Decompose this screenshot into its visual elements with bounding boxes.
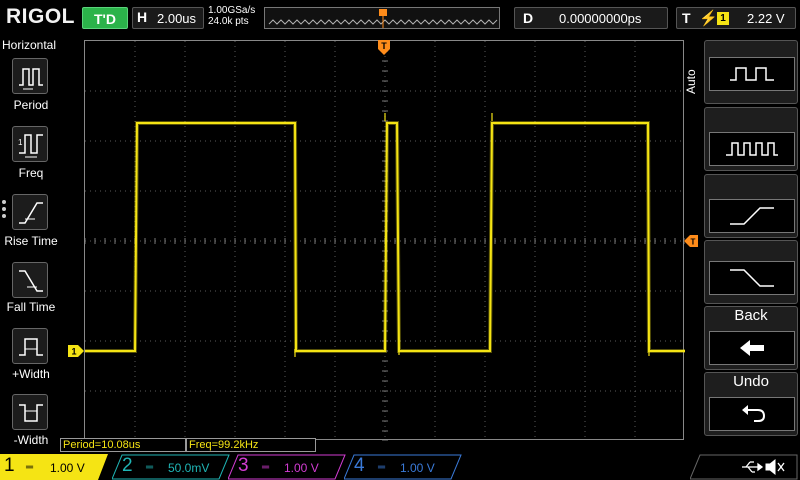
frequency-button[interactable]: 1: [12, 126, 48, 162]
negative-width-label: -Width: [13, 433, 49, 447]
trigger-mode-label: Auto: [684, 69, 698, 94]
right-menu-item-1[interactable]: [704, 40, 798, 104]
page-dot: [2, 200, 6, 204]
channel-3-scale: 1.00 V: [284, 461, 319, 475]
right-menu-item-3[interactable]: [704, 174, 798, 238]
delay-box[interactable]: D 0.00000000ps: [514, 7, 668, 29]
channel-2-scale: 50.0mV: [168, 461, 210, 475]
trigger-source-badge: 1: [717, 12, 729, 25]
status-icons-area: [690, 454, 798, 480]
pulse-wide-button: [709, 57, 795, 91]
sample-rate: 1.00GSa/s: [208, 5, 256, 16]
trigger-position-marker[interactable]: T: [376, 40, 392, 56]
falling-edge-button: [709, 261, 795, 295]
back-arrow-icon: [740, 340, 764, 356]
fall-time-icon: [19, 270, 43, 292]
channel1-offset-marker[interactable]: 1: [68, 345, 84, 357]
memory-waveform-overview[interactable]: [264, 7, 500, 29]
positive-width-label: +Width: [12, 367, 50, 381]
channel-1-scale: 1.00 V: [50, 461, 85, 475]
channel-3-coupling-icon: ═: [262, 462, 270, 473]
graticule: [84, 40, 686, 442]
waveform-display[interactable]: [84, 40, 686, 442]
trigger-level-marker[interactable]: T: [684, 235, 698, 247]
memory-depth: 24.0k pts: [208, 16, 249, 27]
acquisition-info: 1.00GSa/s 24.0k pts: [208, 5, 255, 27]
brand-logo: RIGOL: [6, 5, 75, 28]
run-stop-status[interactable]: T'D: [82, 7, 128, 29]
svg-text:1: 1: [18, 138, 23, 147]
trigger-position-label: T: [381, 41, 387, 51]
right-menu-item-4[interactable]: [704, 240, 798, 304]
trigger-level-value: 2.22 V: [747, 11, 785, 26]
back-label: Back: [734, 307, 768, 324]
channel-1-tab[interactable]: 1 ═ 1.00 V: [0, 454, 108, 480]
page-dot: [2, 214, 6, 218]
fall-time-button[interactable]: [12, 262, 48, 298]
positive-width-icon: [19, 338, 43, 356]
rise-time-button[interactable]: [12, 194, 48, 230]
horizontal-key: H: [137, 9, 148, 25]
page-dot: [2, 207, 6, 211]
positive-width-button[interactable]: [12, 328, 48, 364]
channel-3-tab[interactable]: 3 ═ 1.00 V: [228, 454, 346, 480]
undo-menu-item[interactable]: Undo: [704, 372, 798, 436]
negative-width-button[interactable]: [12, 394, 48, 430]
pulse-train-button: [709, 132, 795, 166]
period-button[interactable]: [12, 58, 48, 94]
rising-edge-icon: [730, 207, 774, 225]
back-menu-item[interactable]: Back: [704, 306, 798, 370]
svg-text:1: 1: [71, 347, 76, 357]
horizontal-timebase-box[interactable]: H 2.00us: [132, 7, 204, 29]
channel-2-number: 2: [122, 455, 133, 476]
back-button: [709, 331, 795, 365]
svg-text:T: T: [691, 238, 696, 247]
falling-edge-icon: [730, 269, 774, 287]
undo-icon: [742, 405, 766, 422]
period-measurement[interactable]: Period=10.08us: [60, 438, 186, 452]
frequency-measurement[interactable]: Freq=99.2kHz: [186, 438, 316, 452]
trigger-box[interactable]: T ⚡ 1 2.22 V: [676, 7, 796, 29]
channel-3-number: 3: [238, 455, 249, 476]
rising-edge-trigger-icon: ⚡: [699, 10, 718, 27]
fall-time-label: Fall Time: [6, 300, 56, 314]
frequency-label: Freq: [18, 166, 44, 180]
frequency-icon: 1: [18, 134, 43, 158]
channel-4-tab[interactable]: 4 ═ 1.00 V: [344, 454, 462, 480]
menu-title: Horizontal: [2, 38, 57, 52]
period-icon: [19, 68, 43, 90]
period-label: Period: [13, 98, 49, 112]
timebase-value: 2.00us: [157, 11, 197, 26]
undo-label: Undo: [733, 373, 769, 390]
channel-4-scale: 1.00 V: [400, 461, 435, 475]
channel-1-number: 1: [4, 455, 15, 476]
rising-edge-button: [709, 199, 795, 233]
right-menu-item-2[interactable]: [704, 107, 798, 171]
rise-time-icon: [19, 202, 43, 224]
channel-2-coupling-icon: ═: [146, 462, 154, 473]
channel-4-coupling-icon: ═: [378, 462, 386, 473]
undo-button: [709, 397, 795, 431]
memory-overview-graphic: [268, 9, 498, 28]
trigger-key: T: [682, 10, 691, 26]
pulse-train-icon: [726, 142, 778, 156]
delay-key: D: [523, 10, 534, 26]
channel-4-number: 4: [354, 455, 365, 476]
rise-time-label: Rise Time: [4, 234, 58, 248]
pulse-wide-icon: [730, 67, 774, 81]
memory-trigger-marker: [379, 9, 387, 16]
delay-value: 0.00000000ps: [559, 11, 642, 26]
negative-width-icon: [19, 404, 43, 422]
channel-2-tab[interactable]: 2 ═ 50.0mV: [112, 454, 230, 480]
channel-1-coupling-icon: ═: [26, 462, 34, 473]
